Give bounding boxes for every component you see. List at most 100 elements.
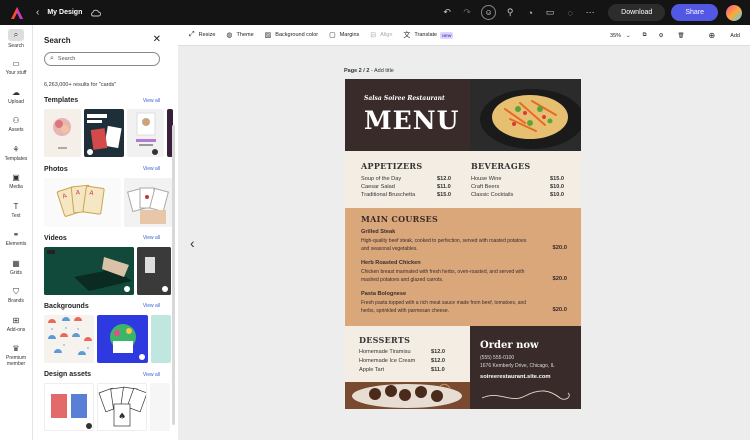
margins-button[interactable]: ▢ Margins [329, 31, 359, 39]
main-courses-block[interactable]: MAIN COURSES Grilled Steak High-quality … [345, 208, 581, 326]
dessert-price[interactable]: $12.0 [431, 358, 445, 364]
invite-user-icon[interactable]: ☺ [481, 5, 497, 20]
rail-item-elements[interactable]: ⚭ Elements [0, 225, 32, 254]
menu-title[interactable]: MENU [364, 106, 459, 135]
dessert-item[interactable]: Homemade Ice Cream [359, 358, 415, 364]
design-asset-thumb[interactable]: ♠ [97, 383, 147, 431]
previous-page-arrow-icon[interactable]: ‹ [190, 235, 195, 251]
menu-page[interactable]: Salsa Soiree Restaurant MENU APPETIZERS … [345, 79, 581, 409]
dessert-price[interactable]: $12.0 [431, 349, 445, 355]
add-button[interactable]: ⊕ Add [697, 31, 741, 40]
theme-button[interactable]: ◍ Theme [226, 31, 253, 39]
duplicate-page-icon[interactable]: ⧉ [643, 32, 647, 39]
resize-button[interactable]: ⤢ Resize [189, 31, 215, 39]
beverage-price[interactable]: $10.0 [550, 192, 564, 198]
chat-icon[interactable]: ◌ [560, 8, 580, 18]
cloud-sync-icon[interactable] [90, 9, 102, 17]
more-icon[interactable]: ⋯ [580, 7, 600, 18]
appetizers-title[interactable]: APPETIZERS [361, 161, 422, 171]
design-asset-thumb[interactable] [150, 383, 170, 431]
beverage-item[interactable]: Classic Cocktails [471, 192, 513, 198]
background-thumb[interactable] [44, 315, 94, 363]
rail-item-assets[interactable]: ⚇ Assets [0, 111, 32, 140]
view-all-photos-link[interactable]: View all [143, 166, 160, 172]
app-logo-icon[interactable] [10, 6, 24, 20]
zoom-level[interactable]: 35% [610, 33, 621, 39]
address[interactable]: 1676 Kemberly Drive, Chicago, IL [480, 363, 555, 369]
rail-item-upload[interactable]: ☁ Upload [0, 82, 32, 111]
rail-item-search[interactable]: ⌕ Search [0, 25, 32, 54]
translate-button[interactable]: 文 Translate NEW [403, 30, 454, 40]
order-now-block[interactable]: Order now (555) 555-0100 1676 Kemberly D… [470, 326, 581, 409]
template-thumb[interactable] [84, 109, 124, 157]
beverage-price[interactable]: $10.0 [550, 184, 564, 190]
main-course-description[interactable]: Fresh pasta topped with a rich meat sauc… [361, 300, 531, 315]
appetizer-item[interactable]: Traditional Bruschetta [361, 192, 415, 198]
appetizer-price[interactable]: $15.0 [437, 192, 451, 198]
dessert-photo[interactable] [345, 382, 470, 409]
beverages-title[interactable]: BEVERAGES [471, 161, 530, 171]
page-settings-icon[interactable]: ⚙ [659, 33, 664, 39]
lightbulb-icon[interactable]: ◔ [520, 8, 540, 18]
comment-icon[interactable]: ▭ [540, 7, 560, 18]
beverage-item[interactable]: House Wine [471, 176, 501, 182]
photo-thumb[interactable]: A A A [44, 178, 121, 227]
dessert-item[interactable]: Apple Tart [359, 367, 384, 373]
main-course-description[interactable]: Chicken breast marinated with fresh herb… [361, 269, 531, 284]
rail-item-grids[interactable]: ▦ Grids [0, 253, 32, 282]
trash-icon[interactable]: 🗑 [678, 33, 685, 39]
desserts-title[interactable]: DESSERTS [359, 335, 410, 345]
redo-icon[interactable]: ↷ [457, 7, 477, 18]
website[interactable]: soireerestaurant.site.com [480, 374, 551, 380]
background-color-button[interactable]: ▨ Background color [265, 31, 318, 39]
appetizer-item[interactable]: Soup of the Day [361, 176, 401, 182]
template-thumb[interactable] [127, 109, 164, 157]
search-input[interactable]: ⌕ Search [44, 52, 160, 66]
main-course-description[interactable]: High-quality beef steak, cooked to perfe… [361, 238, 531, 253]
document-name[interactable]: My Design [47, 9, 82, 16]
view-all-templates-link[interactable]: View all [143, 98, 160, 104]
video-thumb[interactable] [137, 247, 171, 295]
view-all-backgrounds-link[interactable]: View all [143, 303, 160, 309]
menu-header-block[interactable]: Salsa Soiree Restaurant MENU [345, 79, 470, 151]
main-course-name[interactable]: Herb Roasted Chicken [361, 260, 421, 266]
rail-item-templates[interactable]: ⚘ Templates [0, 139, 32, 168]
beverage-price[interactable]: $15.0 [550, 176, 564, 182]
salad-photo[interactable] [470, 79, 581, 151]
rail-item-text[interactable]: T Text [0, 196, 32, 225]
appetizer-price[interactable]: $12.0 [437, 176, 451, 182]
back-icon[interactable]: ‹ [36, 7, 39, 18]
page-label[interactable]: Page 2 / 2 - Add title [344, 68, 394, 74]
video-thumb[interactable] [44, 247, 134, 295]
undo-icon[interactable]: ↶ [437, 7, 457, 18]
rail-item-brands[interactable]: ⛉ Brands [0, 282, 32, 311]
chevron-down-icon[interactable]: ⌄ [626, 33, 631, 39]
download-button[interactable]: Download [608, 4, 666, 21]
appetizer-price[interactable]: $11.0 [437, 184, 451, 190]
rail-item-add-ons[interactable]: ⊞ Add-ons [0, 310, 32, 339]
view-all-design-assets-link[interactable]: View all [143, 372, 160, 378]
location-pin-icon[interactable]: ⚲ [500, 7, 520, 18]
main-course-price[interactable]: $20.0 [552, 276, 567, 282]
rail-item-your-stuff[interactable]: ▭ Your stuff [0, 54, 32, 83]
page-add-title[interactable]: - Add title [369, 68, 394, 74]
main-course-name[interactable]: Grilled Steak [361, 229, 395, 235]
align-button[interactable]: ⊟ Align [370, 31, 392, 39]
dessert-item[interactable]: Homemade Tiramisu [359, 349, 411, 355]
appetizer-item[interactable]: Caesar Salad [361, 184, 395, 190]
close-icon[interactable]: ✕ [153, 34, 161, 45]
photo-thumb[interactable] [124, 178, 172, 227]
view-all-videos-link[interactable]: View all [143, 235, 160, 241]
template-thumb[interactable] [44, 109, 81, 157]
rail-item-premium[interactable]: ♛ Premium member [0, 339, 32, 373]
main-course-name[interactable]: Pasta Bolognese [361, 291, 406, 297]
background-thumb[interactable] [97, 315, 148, 363]
avatar[interactable] [726, 4, 742, 21]
order-now-title[interactable]: Order now [480, 340, 539, 351]
design-asset-thumb[interactable] [44, 383, 94, 431]
rail-item-media[interactable]: ▣ Media [0, 168, 32, 197]
main-course-price[interactable]: $20.0 [552, 245, 567, 251]
restaurant-name[interactable]: Salsa Soiree Restaurant [364, 95, 445, 102]
main-courses-title[interactable]: MAIN COURSES [361, 214, 438, 224]
phone-number[interactable]: (555) 555-0100 [480, 355, 514, 361]
